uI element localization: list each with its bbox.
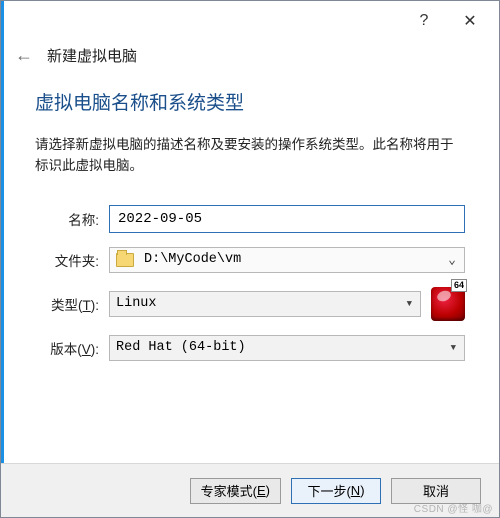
name-input[interactable] bbox=[109, 205, 465, 233]
help-icon: ? bbox=[420, 12, 429, 30]
expert-mode-button[interactable]: 专家模式(E) bbox=[190, 478, 281, 504]
next-button[interactable]: 下一步(N) bbox=[291, 478, 381, 504]
dialog-title: 新建虚拟电脑 bbox=[47, 45, 137, 66]
name-label: 名称: bbox=[35, 209, 109, 229]
accent-bar bbox=[1, 1, 4, 517]
caret-down-icon: ▼ bbox=[451, 343, 456, 353]
row-name: 名称: bbox=[35, 205, 465, 233]
type-label: 类型(T): bbox=[35, 294, 109, 314]
close-button[interactable]: ✕ bbox=[447, 5, 493, 37]
back-icon[interactable]: ← bbox=[15, 45, 33, 66]
row-folder: 文件夹: D:\MyCode\vm ⌄ bbox=[35, 247, 465, 273]
folder-combo[interactable]: D:\MyCode\vm ⌄ bbox=[109, 247, 465, 273]
header-row: ← 新建虚拟电脑 bbox=[1, 41, 499, 78]
row-type: 类型(T): Linux ▼ 64 bbox=[35, 287, 465, 321]
version-combo[interactable]: Red Hat (64-bit) ▼ bbox=[109, 335, 465, 361]
row-version: 版本(V): Red Hat (64-bit) ▼ bbox=[35, 335, 465, 361]
page-heading: 虚拟电脑名称和系统类型 bbox=[35, 88, 465, 115]
dialog-window: ? ✕ ← 新建虚拟电脑 虚拟电脑名称和系统类型 请选择新虚拟电脑的描述名称及要… bbox=[0, 0, 500, 518]
content-area: 虚拟电脑名称和系统类型 请选择新虚拟电脑的描述名称及要安装的操作系统类型。此名称… bbox=[1, 78, 499, 361]
folder-icon bbox=[116, 253, 134, 267]
bits-badge: 64 bbox=[451, 279, 467, 292]
caret-down-icon: ▼ bbox=[407, 299, 412, 309]
close-icon: ✕ bbox=[463, 11, 476, 31]
folder-value: D:\MyCode\vm bbox=[144, 252, 241, 267]
type-combo[interactable]: Linux ▼ bbox=[109, 291, 421, 317]
os-logo-icon: 64 bbox=[431, 287, 465, 321]
type-value: Linux bbox=[116, 296, 157, 311]
titlebar: ? ✕ bbox=[1, 1, 499, 41]
page-description: 请选择新虚拟电脑的描述名称及要安装的操作系统类型。此名称将用于标识此虚拟电脑。 bbox=[35, 135, 465, 177]
folder-label: 文件夹: bbox=[35, 250, 109, 270]
chevron-down-icon: ⌄ bbox=[448, 252, 456, 267]
version-value: Red Hat (64-bit) bbox=[116, 340, 246, 355]
watermark: CSDN @怪 咖@ bbox=[414, 500, 493, 515]
version-label: 版本(V): bbox=[35, 338, 109, 358]
help-button[interactable]: ? bbox=[401, 5, 447, 37]
